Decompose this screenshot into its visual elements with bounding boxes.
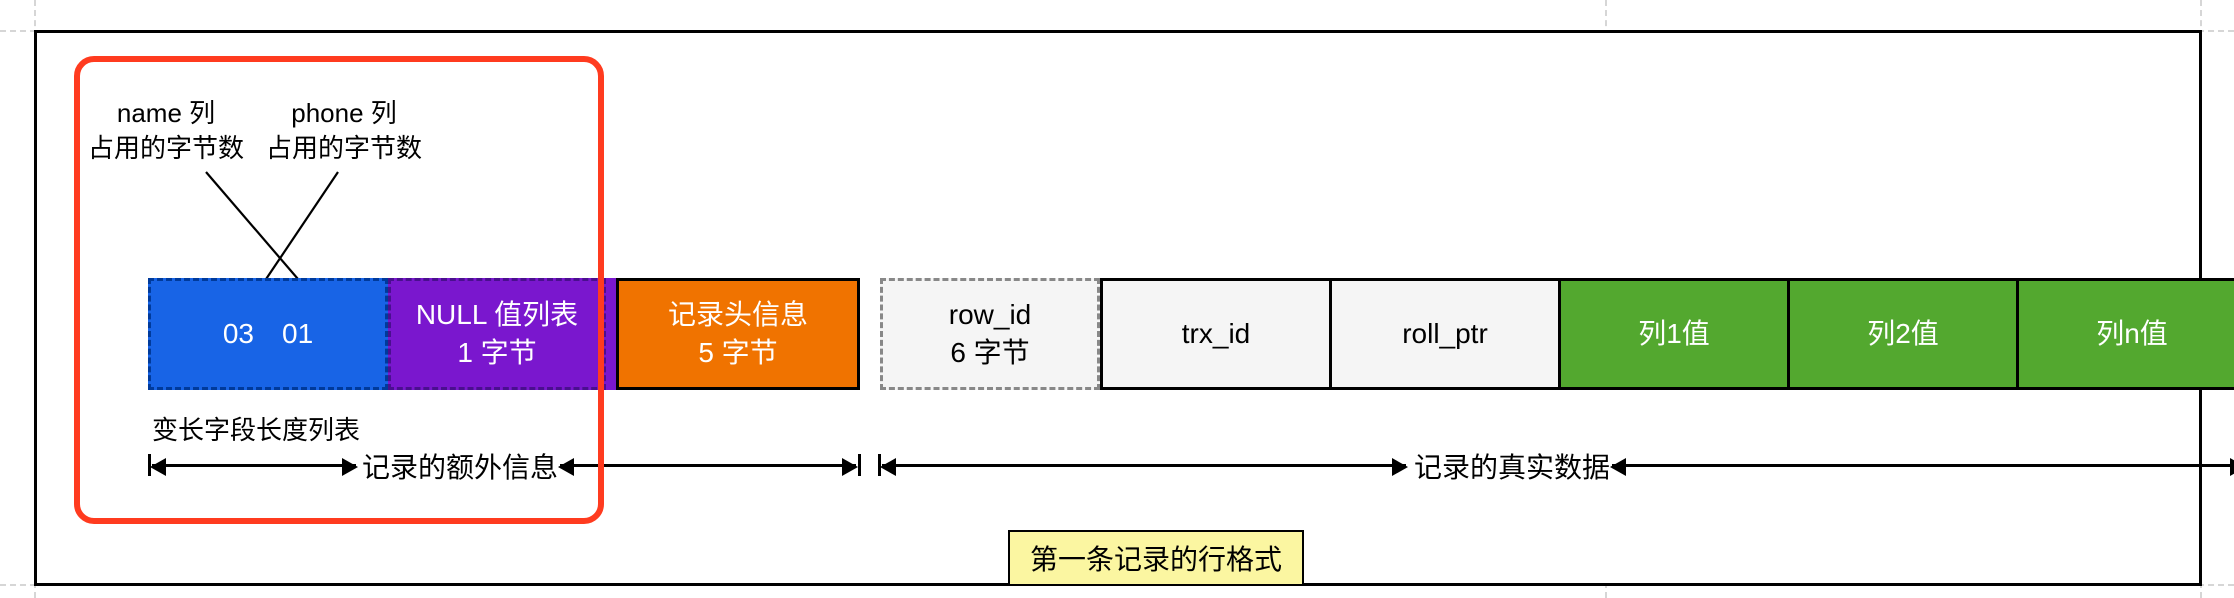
cell-text: 列n值 bbox=[2096, 315, 2168, 353]
caption-text: 第一条记录的行格式 bbox=[1030, 544, 1282, 575]
range-arrow-real-left bbox=[882, 464, 1406, 467]
cell-text: 记录头信息 bbox=[668, 296, 808, 334]
cell-col2: 列2值 bbox=[1787, 278, 2019, 390]
cell-text: row_id bbox=[949, 296, 1031, 334]
cell-col1: 列1值 bbox=[1558, 278, 1790, 390]
diagram-canvas: name 列 占用的字节数 phone 列 占用的字节数 03 01 NULL … bbox=[0, 0, 2234, 598]
cell-trx-id: trx_id bbox=[1100, 278, 1332, 390]
cell-text: 5 字节 bbox=[698, 334, 777, 372]
cell-text: trx_id bbox=[1182, 315, 1250, 353]
cell-text: 列2值 bbox=[1867, 315, 1939, 353]
cell-row-id: row_id 6 字节 bbox=[880, 278, 1100, 390]
cell-coln: 列n值 bbox=[2016, 278, 2234, 390]
range-arrow-real-right bbox=[1612, 464, 2234, 467]
cell-text: 列1值 bbox=[1638, 315, 1710, 353]
caption-box: 第一条记录的行格式 bbox=[1008, 530, 1304, 586]
cell-record-header: 记录头信息 5 字节 bbox=[616, 278, 860, 390]
cell-text: roll_ptr bbox=[1402, 315, 1488, 353]
range-label-real: 记录的真实数据 bbox=[1414, 446, 1610, 486]
tick bbox=[858, 454, 861, 476]
range-arrow-extra-right bbox=[560, 464, 856, 467]
cell-roll-ptr: roll_ptr bbox=[1329, 278, 1561, 390]
highlight-box bbox=[74, 56, 604, 524]
cell-text: 6 字节 bbox=[950, 334, 1029, 372]
